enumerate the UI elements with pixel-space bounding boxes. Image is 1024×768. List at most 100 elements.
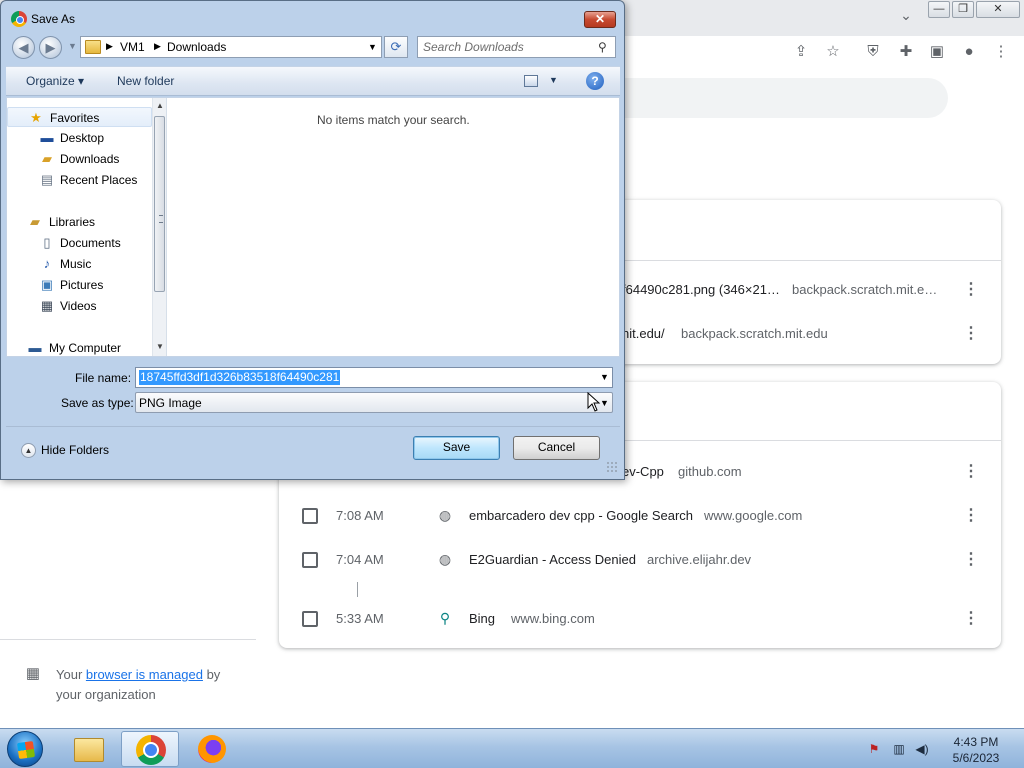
history-row-domain: github.com	[678, 464, 742, 479]
chrome-app-icon	[11, 11, 27, 27]
address-dropdown-icon[interactable]: ▼	[368, 42, 377, 52]
view-options-dropdown-icon[interactable]: ▼	[549, 75, 558, 85]
shield-extension-icon[interactable]: ⛨	[863, 42, 883, 62]
more-actions-icon[interactable]: ⋮	[963, 460, 979, 484]
change-view-icon[interactable]	[524, 75, 538, 87]
history-row[interactable]: 7:08 AM ◍ embarcadero dev cpp - Google S…	[279, 494, 1001, 538]
scroll-up-icon[interactable]: ▲	[155, 101, 165, 110]
tab-search-dropdown-icon[interactable]: ⌄	[897, 6, 915, 24]
history-row[interactable]: 7:04 AM ◍ E2Guardian - Access Denied arc…	[279, 538, 1001, 582]
file-name-value[interactable]: 18745ffd3df1d326b83518f64490c281	[139, 370, 341, 385]
save-button[interactable]: Save	[413, 436, 500, 460]
breadcrumb-downloads[interactable]: Downloads	[167, 40, 226, 54]
windows-logo-icon	[16, 740, 36, 760]
taskbar-windows-explorer[interactable]	[60, 731, 118, 767]
history-row-title[interactable]: nit.edu/	[622, 326, 665, 341]
chevron-up-icon: ▲	[21, 443, 36, 458]
history-row[interactable]: 5:33 AM ⚲ Bing www.bing.com ⋮	[279, 597, 1001, 641]
nav-item-label: Recent Places	[60, 173, 138, 187]
more-actions-icon[interactable]: ⋮	[963, 278, 979, 302]
history-row-domain: www.google.com	[704, 508, 803, 523]
recent-pages-dropdown[interactable]: ▼	[68, 41, 77, 51]
history-row-time: 7:04 AM	[336, 552, 384, 567]
nav-item-videos[interactable]: ▦ Videos	[7, 296, 152, 316]
restore-button[interactable]: ❐	[952, 1, 974, 18]
minimize-button[interactable]: —	[928, 1, 950, 18]
network-icon[interactable]: ▥	[891, 742, 907, 756]
scrollbar-thumb[interactable]	[154, 116, 165, 292]
nav-item-documents[interactable]: ▯ Documents	[7, 233, 152, 253]
music-icon: ♪	[43, 256, 51, 271]
side-panel-icon[interactable]: ▣	[927, 42, 947, 62]
bookmark-star-icon[interactable]: ☆	[823, 42, 843, 62]
history-row-domain: backpack.scratch.mit.e…	[792, 282, 938, 297]
firefox-icon	[198, 735, 226, 763]
puzzle-extensions-icon[interactable]: ✚	[896, 42, 916, 62]
new-folder-button[interactable]: New folder	[117, 74, 174, 88]
share-icon[interactable]: ⇪	[791, 42, 811, 62]
file-name-dropdown-icon[interactable]: ▼	[600, 372, 609, 382]
nav-item-label: Libraries	[49, 215, 96, 229]
save-as-dialog: Save As ✕ ◀ ▶ ▼ ▶ VM1 ▶ Downloads ▼ ⟳ ⚲ …	[0, 0, 625, 480]
history-row-checkbox[interactable]	[302, 552, 318, 568]
back-button[interactable]: ◀	[12, 36, 35, 59]
refresh-button[interactable]: ⟳	[384, 36, 408, 58]
save-as-type-select[interactable]: PNG Image ▼	[135, 392, 613, 413]
dialog-close-button[interactable]: ✕	[584, 11, 616, 28]
chrome-icon	[136, 735, 166, 765]
file-name-field[interactable]: 18745ffd3df1d326b83518f64490c281 ▼	[135, 367, 613, 388]
nav-item-favorites[interactable]: ★ Favorites	[7, 107, 152, 127]
nav-pane-scrollbar[interactable]: ▲ ▼	[152, 98, 166, 356]
breadcrumb-chevron-icon[interactable]: ▶	[154, 41, 161, 52]
more-actions-icon[interactable]: ⋮	[963, 504, 979, 528]
history-row-title[interactable]: f64490c281.png (346×21…	[622, 282, 780, 297]
nav-item-music[interactable]: ♪ Music	[7, 254, 152, 274]
history-row-title[interactable]: E2Guardian - Access Denied	[469, 552, 636, 567]
downloads-folder-icon: ▰	[42, 151, 52, 166]
nav-item-downloads[interactable]: ▰ Downloads	[7, 149, 152, 169]
taskbar-google-chrome[interactable]	[121, 731, 179, 767]
browser-managed-link[interactable]: browser is managed	[86, 667, 203, 682]
breadcrumb-chevron-icon[interactable]: ▶	[106, 41, 113, 52]
browser-pane-area: ★ Favorites ▬ Desktop ▰ Downloads ▤ Rece…	[6, 97, 620, 357]
profile-avatar-icon[interactable]: ●	[959, 42, 979, 62]
system-clock[interactable]: 4:43 PM 5/6/2023	[946, 734, 1006, 766]
menu-kebab-icon[interactable]: ⋮	[991, 42, 1011, 62]
save-as-type-dropdown-icon[interactable]: ▼	[600, 398, 609, 408]
history-row-checkbox[interactable]	[302, 611, 318, 627]
start-button[interactable]	[7, 731, 43, 767]
nav-item-libraries[interactable]: ▰ Libraries	[7, 212, 152, 232]
nav-item-label: Videos	[60, 299, 97, 313]
videos-icon: ▦	[40, 298, 54, 313]
search-icon[interactable]: ⚲	[598, 40, 607, 54]
desktop-icon: ▬	[40, 130, 54, 145]
volume-icon[interactable]: ◀)	[914, 742, 930, 756]
scroll-down-icon[interactable]: ▼	[155, 342, 165, 351]
documents-icon: ▯	[43, 235, 51, 250]
resize-grip[interactable]	[606, 461, 618, 473]
nav-item-label: Pictures	[60, 278, 104, 292]
search-box[interactable]: ⚲	[417, 36, 616, 58]
search-input[interactable]	[423, 39, 593, 55]
forward-button[interactable]: ▶	[39, 36, 62, 59]
nav-item-desktop[interactable]: ▬ Desktop	[7, 128, 152, 148]
taskbar-firefox[interactable]	[184, 731, 242, 767]
nav-item-pictures[interactable]: ▣ Pictures	[7, 275, 152, 295]
close-window-button[interactable]: ✕	[976, 1, 1020, 18]
more-actions-icon[interactable]: ⋮	[963, 322, 979, 346]
history-row-title[interactable]: embarcadero dev cpp - Google Search	[469, 508, 693, 523]
history-row-checkbox[interactable]	[302, 508, 318, 524]
history-row-title[interactable]: ev-Cpp	[622, 464, 664, 479]
address-bar[interactable]: ▶ VM1 ▶ Downloads ▼	[80, 36, 382, 58]
nav-item-recent-places[interactable]: ▤ Recent Places	[7, 170, 152, 190]
organize-button[interactable]: Organize ▾	[26, 74, 84, 88]
cancel-button[interactable]: Cancel	[513, 436, 600, 460]
dialog-title: Save As	[31, 12, 76, 26]
help-icon[interactable]: ?	[586, 72, 604, 90]
action-center-flag-icon[interactable]: ⚑	[866, 742, 882, 756]
nav-item-my-computer[interactable]: ▬ My Computer	[7, 338, 152, 358]
more-actions-icon[interactable]: ⋮	[963, 607, 979, 631]
breadcrumb-vm1[interactable]: VM1	[120, 40, 145, 54]
history-row-title[interactable]: Bing	[469, 611, 495, 626]
more-actions-icon[interactable]: ⋮	[963, 548, 979, 572]
